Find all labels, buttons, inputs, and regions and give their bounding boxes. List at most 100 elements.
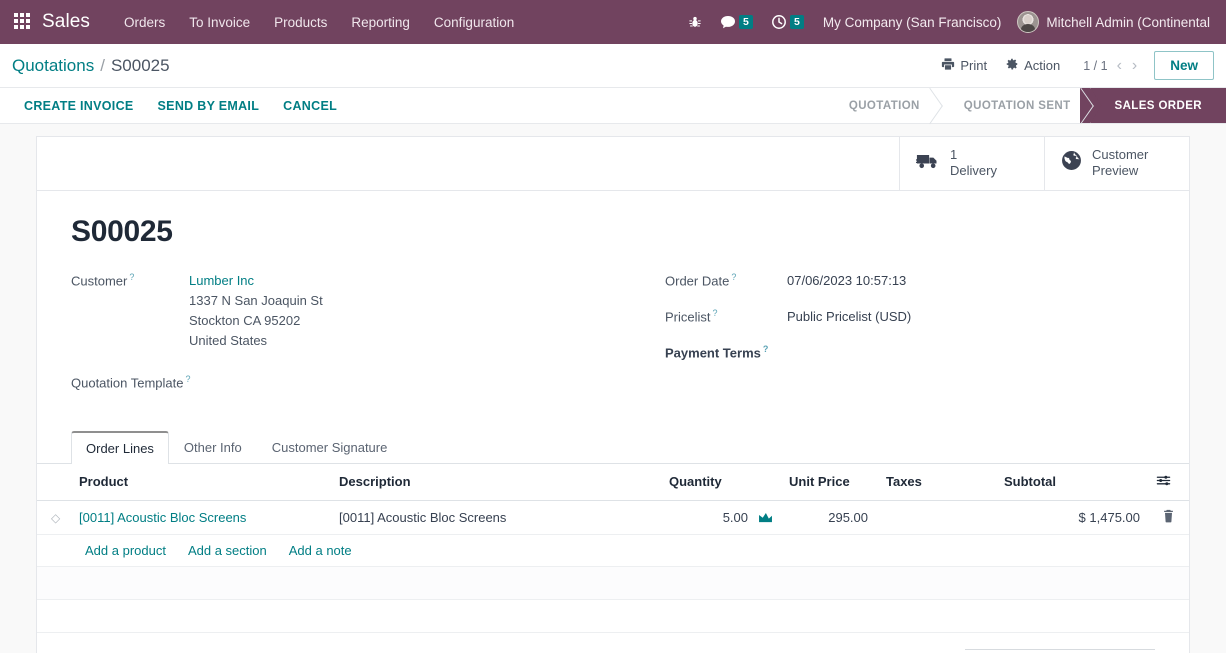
company-switcher[interactable]: My Company (San Francisco) — [813, 9, 1012, 36]
form-body: S00025 Customer? Lumber Inc 1337 N San J… — [37, 191, 1189, 399]
add-a-section-link[interactable]: Add a section — [188, 543, 267, 558]
customer-preview-line1: Customer — [1092, 147, 1149, 162]
add-a-product-link[interactable]: Add a product — [85, 543, 166, 558]
messages-icon-button[interactable]: 5 — [711, 10, 762, 34]
column-handle — [37, 463, 71, 501]
user-menu[interactable]: Mitchell Admin (Continental — [1011, 7, 1216, 37]
column-options[interactable] — [1148, 463, 1189, 501]
customer-link[interactable]: Lumber Inc — [189, 273, 254, 288]
cancel-button[interactable]: CANCEL — [271, 94, 349, 118]
breadcrumb-current-record: S00025 — [110, 55, 170, 75]
drag-handle-icon[interactable]: ◇ — [51, 511, 60, 525]
chevron-right-icon[interactable]: › — [1127, 56, 1142, 76]
field-order-date-value[interactable]: 07/06/2023 10:57:13 — [787, 271, 906, 291]
field-quotation-template-label-text: Quotation Template — [71, 374, 184, 390]
cell-taxes[interactable] — [876, 500, 996, 535]
cell-description[interactable]: [0011] Acoustic Bloc Screens — [331, 500, 661, 535]
order-lines-body: ◇ [0011] Acoustic Bloc Screens [0011] Ac… — [37, 500, 1189, 633]
add-row-handle-spacer — [37, 534, 71, 567]
cell-delete[interactable] — [1148, 500, 1189, 535]
bug-icon[interactable] — [679, 11, 711, 33]
status-stage-sales-order[interactable]: SALES ORDER — [1090, 88, 1226, 123]
action-button[interactable]: Action — [996, 51, 1069, 80]
cell-quantity[interactable]: 5.00 — [661, 500, 781, 535]
truck-icon — [916, 151, 940, 176]
field-order-date-label: Order Date? — [665, 271, 787, 288]
empty-row-cell — [37, 566, 1189, 600]
app-brand-sales[interactable]: Sales — [42, 11, 90, 33]
empty-row-cell — [37, 599, 1189, 633]
area-chart-icon[interactable] — [758, 511, 773, 523]
table-header-row: Product Description Quantity Unit Price … — [37, 463, 1189, 501]
field-order-date: Order Date? 07/06/2023 10:57:13 — [665, 271, 1155, 291]
field-pricelist-label-text: Pricelist — [665, 308, 711, 324]
sliders-icon[interactable] — [1156, 475, 1171, 491]
column-description[interactable]: Description — [331, 463, 661, 501]
help-tooltip-icon[interactable]: ? — [763, 344, 769, 354]
field-pricelist: Pricelist? Public Pricelist (USD) — [665, 307, 1155, 327]
field-pricelist-label: Pricelist? — [665, 307, 787, 324]
product-link[interactable]: [0011] Acoustic Bloc Screens — [79, 510, 246, 525]
nav-menu-to-invoice[interactable]: To Invoice — [177, 9, 262, 36]
cell-product[interactable]: [0011] Acoustic Bloc Screens — [71, 500, 331, 535]
delivery-label: Delivery — [950, 163, 997, 179]
action-label: Action — [1024, 58, 1061, 73]
smart-buttons-row: 1 Delivery Customer Preview — [37, 137, 1189, 191]
status-stage-quotation[interactable]: QUOTATION — [824, 88, 940, 123]
activities-icon-button[interactable]: 5 — [762, 10, 813, 34]
cell-unit-price[interactable]: 295.00 — [781, 500, 876, 535]
empty-row — [37, 566, 1189, 600]
trash-icon[interactable] — [1156, 509, 1175, 526]
pager-counter[interactable]: 1 / 1 — [1083, 59, 1107, 73]
column-product[interactable]: Product — [71, 463, 331, 501]
breadcrumb-separator: / — [100, 55, 105, 75]
new-button[interactable]: New — [1154, 51, 1214, 80]
chevron-left-icon[interactable]: ‹ — [1112, 56, 1127, 76]
top-navbar: Sales Orders To Invoice Products Reporti… — [0, 0, 1226, 44]
tab-order-lines[interactable]: Order Lines — [71, 430, 169, 464]
nav-menu-orders[interactable]: Orders — [112, 9, 177, 36]
status-pipeline: QUOTATION QUOTATION SENT SALES ORDER — [824, 88, 1226, 123]
chat-icon — [720, 14, 736, 30]
tab-other-info[interactable]: Other Info — [169, 431, 257, 464]
activities-count-badge: 5 — [789, 15, 804, 29]
page-title: S00025 — [71, 214, 173, 248]
send-by-email-button[interactable]: SEND BY EMAIL — [146, 94, 272, 118]
nav-menu-reporting[interactable]: Reporting — [339, 9, 422, 36]
column-unit-price[interactable]: Unit Price — [781, 463, 876, 501]
column-subtotal[interactable]: Subtotal — [996, 463, 1148, 501]
field-quotation-template: Quotation Template? — [71, 373, 631, 390]
create-invoice-button[interactable]: CREATE INVOICE — [12, 94, 146, 118]
field-payment-terms-label-text: Payment Terms — [665, 344, 761, 360]
column-quantity[interactable]: Quantity — [661, 463, 781, 501]
terms-and-conditions-input[interactable]: Terms and conditions... — [71, 649, 965, 653]
totals-separator — [965, 648, 1155, 650]
customer-address-line-2: Stockton CA 95202 — [189, 312, 301, 328]
nav-menu-configuration[interactable]: Configuration — [422, 9, 526, 36]
tab-customer-signature[interactable]: Customer Signature — [257, 431, 403, 464]
help-tooltip-icon[interactable]: ? — [186, 374, 191, 384]
help-tooltip-icon[interactable]: ? — [731, 272, 736, 282]
add-a-note-link[interactable]: Add a note — [289, 543, 352, 558]
help-tooltip-icon[interactable]: ? — [713, 308, 718, 318]
column-taxes[interactable]: Taxes — [876, 463, 996, 501]
customer-preview-smart-button[interactable]: Customer Preview — [1044, 137, 1189, 190]
add-links: Add a product Add a section Add a note — [79, 543, 1181, 558]
field-payment-terms-label: Payment Terms? — [665, 343, 787, 360]
delivery-smart-button[interactable]: 1 Delivery — [899, 137, 1044, 190]
avatar — [1017, 11, 1040, 33]
status-stage-quotation-sent[interactable]: QUOTATION SENT — [939, 88, 1091, 123]
apps-grid-icon[interactable] — [14, 13, 32, 31]
breadcrumb: Quotations / S00025 — [12, 56, 170, 76]
row-drag-handle[interactable]: ◇ — [37, 500, 71, 535]
help-tooltip-icon[interactable]: ? — [129, 272, 134, 282]
print-button[interactable]: Print — [932, 51, 996, 80]
field-customer-value[interactable]: Lumber Inc 1337 N San Joaquin St Stockto… — [189, 271, 323, 351]
field-pricelist-value[interactable]: Public Pricelist (USD) — [787, 307, 911, 327]
field-customer-label-text: Customer — [71, 272, 128, 288]
breadcrumb-root-quotations[interactable]: Quotations — [12, 56, 94, 76]
nav-menu-products[interactable]: Products — [262, 9, 339, 36]
table-row[interactable]: ◇ [0011] Acoustic Bloc Screens [0011] Ac… — [37, 500, 1189, 535]
add-row-links-cell: Add a product Add a section Add a note — [71, 534, 1189, 567]
delivery-smart-button-text: 1 Delivery — [950, 147, 997, 180]
